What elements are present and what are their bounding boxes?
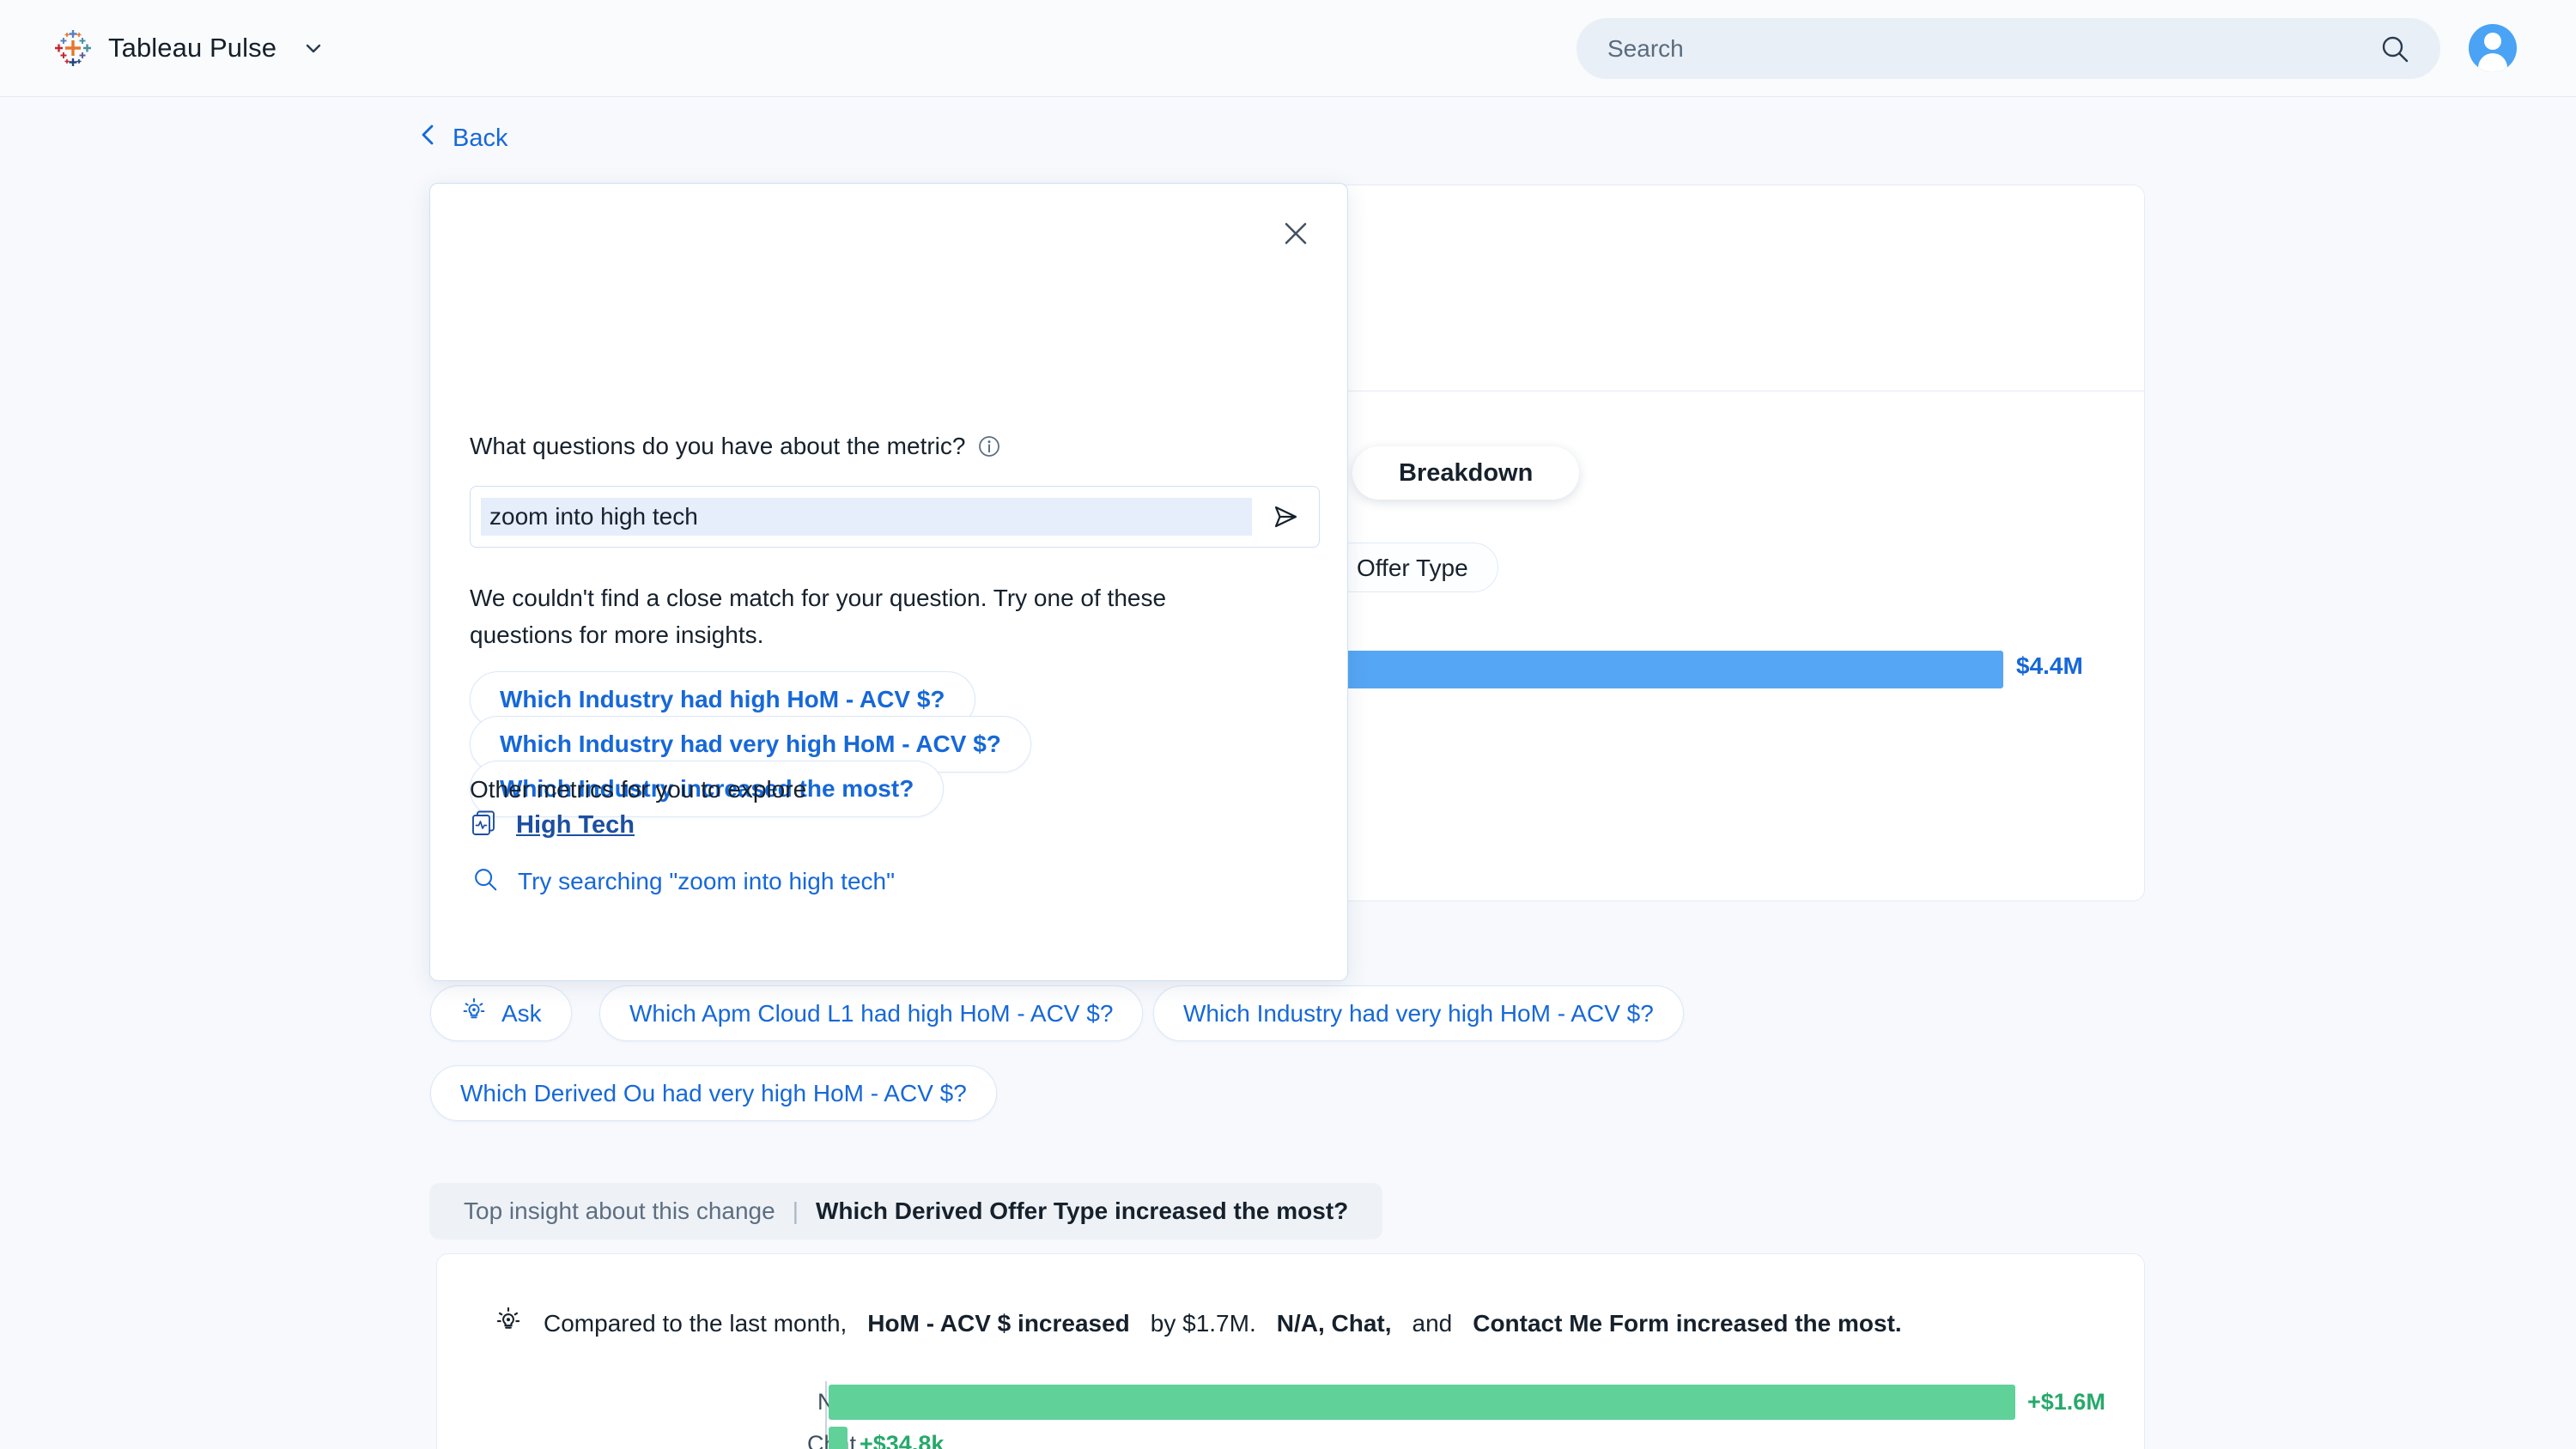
avatar-head [2484,33,2501,50]
insight-lightbulb-icon [460,997,488,1030]
insight-bar-chart: N/A +$1.6M Chat +$34.8k [437,1381,2144,1449]
send-paper-plane-icon[interactable] [1252,500,1319,533]
user-avatar-icon[interactable] [2469,24,2517,72]
ask-question-modal: What questions do you have about the met… [429,183,1348,981]
insight-text-3: and [1413,1310,1453,1337]
breakdown-bar-value: $4.4M [2016,652,2083,680]
insight-summary: Compared to the last month, HoM - ACV $ … [494,1306,1902,1341]
insight-detail-card: Compared to the last month, HoM - ACV $ … [436,1253,2145,1449]
search-input[interactable] [1607,35,2379,63]
ask-chip[interactable]: Ask [430,985,572,1041]
breakdown-bar [1334,651,2003,688]
chart-category-label: Chat [598,1423,856,1449]
insight-bold-3: Contact Me Form increased the most. [1473,1310,1901,1337]
insight-bold-1: HoM - ACV $ increased [867,1310,1129,1337]
search-icon[interactable] [2379,33,2411,65]
chart-bar [829,1427,848,1449]
chart-row: Chat +$34.8k [437,1423,2144,1449]
avatar-body [2478,53,2507,72]
top-insight-bar[interactable]: Top insight about this change | Which De… [429,1183,1382,1240]
modal-prompt-label: What questions do you have about the met… [470,433,965,460]
ask-input[interactable]: zoom into high tech [481,498,1252,537]
chevron-down-icon[interactable] [301,35,326,61]
back-label: Back [453,124,507,153]
suggested-question-chip[interactable]: Which Derived Ou had very high HoM - ACV… [430,1065,997,1121]
top-insight-label: Top insight about this change [464,1197,775,1225]
suggested-question-chip[interactable]: Which Industry had very high HoM - ACV $… [1153,985,1684,1041]
insight-text-2: by $1.7M. [1151,1310,1256,1337]
chart-category-label: N/A [598,1381,856,1423]
top-bar: Tableau Pulse [0,0,2576,97]
metric-card-pulse-icon [470,809,499,842]
info-icon[interactable] [977,434,1001,458]
close-icon[interactable] [1275,213,1316,254]
chart-bar-value: +$34.8k [860,1423,944,1449]
chart-bar [829,1385,2015,1420]
insight-text-1: Compared to the last month, [544,1310,847,1337]
insight-lightbulb-icon [494,1306,523,1341]
global-search[interactable] [1577,18,2440,79]
modal-question-prompt: What questions do you have about the met… [470,433,1001,460]
brand[interactable]: Tableau Pulse [53,28,326,68]
ask-input-wrapper[interactable]: zoom into high tech [470,486,1320,548]
back-button[interactable]: Back [416,122,507,155]
suggested-question-chip[interactable]: Which Apm Cloud L1 had high HoM - ACV $? [599,985,1143,1041]
tableau-logo-icon [53,28,93,68]
breakdown-tab[interactable]: Breakdown [1352,446,1579,500]
brand-name: Tableau Pulse [108,33,276,64]
no-match-note: We couldn't find a close match for your … [470,580,1242,653]
chart-bar-value: +$1.6M [2027,1381,2105,1423]
metric-link-label: High Tech [516,811,635,840]
ask-chip-label: Ask [501,1000,542,1028]
chevron-left-icon [416,122,439,155]
metric-link-high-tech[interactable]: High Tech [470,809,635,842]
insight-bold-2: N/A, Chat, [1277,1310,1392,1337]
offer-type-filter-pill[interactable]: Offer Type [1327,543,1498,592]
top-insight-separator: | [793,1197,799,1225]
app-root: Tableau Pulse [0,0,2576,1449]
try-search-label: Try searching "zoom into high tech" [518,868,895,895]
try-search-link[interactable]: Try searching "zoom into high tech" [471,865,895,897]
top-insight-question: Which Derived Offer Type increased the m… [816,1197,1348,1225]
search-icon [471,865,499,897]
other-metrics-title: Other metrics for you to explore [470,776,806,803]
chart-row: N/A +$1.6M [437,1381,2144,1423]
